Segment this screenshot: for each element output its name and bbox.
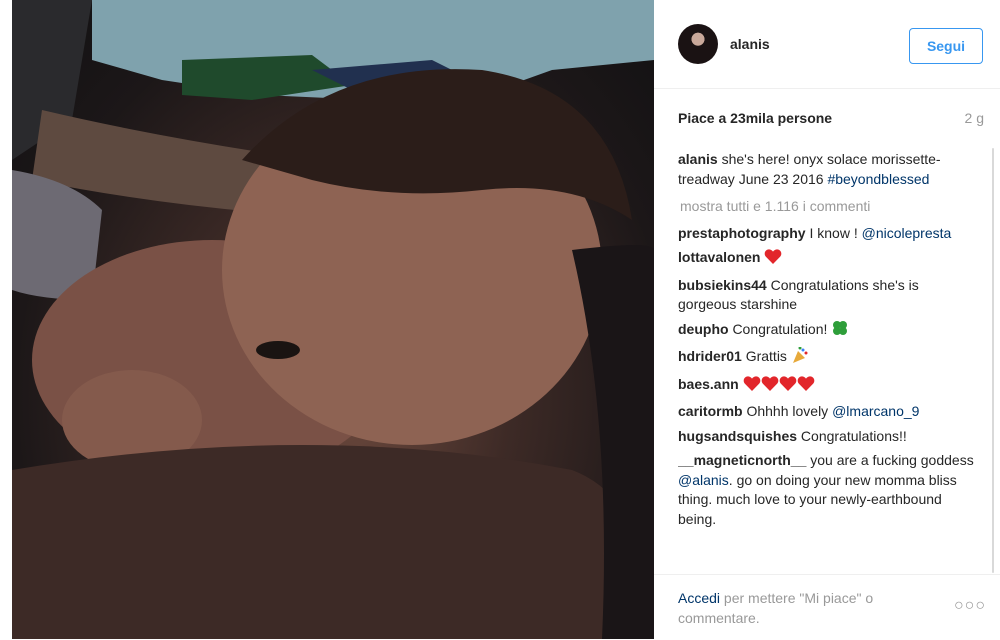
post-sidebar: alanis Segui Piace a 23mila persone 2 g … — [654, 0, 1000, 639]
post-age[interactable]: 2 g — [965, 110, 984, 126]
instagram-post-view: alanis Segui Piace a 23mila persone 2 g … — [0, 0, 1000, 639]
caption-username[interactable]: alanis — [678, 151, 718, 167]
party-popper-icon — [791, 346, 809, 370]
baby-eye-shape — [256, 341, 300, 359]
login-link[interactable]: Accedi — [678, 590, 720, 606]
heart-icon — [761, 375, 779, 398]
comment-item: bubsiekins44 Congratulations she's is go… — [678, 276, 980, 315]
comment-username[interactable]: hugsandsquishes — [678, 428, 797, 444]
comment-text: you are a fucking goddess — [810, 452, 974, 468]
comment-username[interactable]: deupho — [678, 321, 729, 337]
comment-username[interactable]: prestaphotography — [678, 225, 806, 241]
view-all-comments-link[interactable]: mostra tutti e 1.116 i commenti — [680, 197, 980, 217]
follow-button[interactable]: Segui — [909, 28, 983, 64]
foreground-shape — [12, 445, 654, 639]
post-photo[interactable] — [12, 0, 654, 639]
comment-username[interactable]: caritormb — [678, 403, 743, 419]
comment-username[interactable]: baes.ann — [678, 376, 739, 392]
post-footer: Accedi per mettere "Mi piace" o commenta… — [654, 574, 1000, 640]
post-caption: alanis she's here! onyx solace morissett… — [678, 150, 980, 189]
heart-icon — [743, 375, 761, 398]
comment-item: hdrider01 Grattis — [678, 346, 980, 370]
mention-link[interactable]: @nicolepresta — [862, 225, 952, 241]
comment-text: Ohhhh lovely — [746, 403, 829, 419]
like-count[interactable]: Piace a 23mila persone — [678, 110, 832, 126]
login-prompt: Accedi per mettere "Mi piace" o commenta… — [678, 589, 928, 628]
comment-item: prestaphotography I know ! @nicolepresta — [678, 224, 980, 244]
post-header: alanis Segui — [654, 0, 1000, 89]
post-photo-illustration — [12, 0, 654, 639]
comment-item: hugsandsquishes Congratulations!! — [678, 427, 980, 447]
comment-text: Grattis — [745, 348, 787, 364]
comment-item: caritormb Ohhhh lovely @lmarcano_9 — [678, 402, 980, 422]
comment-item: baes.ann — [678, 375, 980, 398]
comments-list: alanis she's here! onyx solace morissett… — [678, 150, 980, 574]
comment-username[interactable]: hdrider01 — [678, 348, 742, 364]
comments-scrollbar[interactable] — [992, 148, 994, 573]
mention-link[interactable]: @lmarcano_9 — [832, 403, 919, 419]
heart-icon — [764, 248, 782, 271]
comment-item: lottavalonen — [678, 248, 980, 271]
comment-item: __magneticnorth__ you are a fucking godd… — [678, 451, 980, 529]
comment-username[interactable]: __magneticnorth__ — [678, 452, 806, 468]
hashtag-link[interactable]: #beyondblessed — [827, 171, 929, 187]
comment-username[interactable]: bubsiekins44 — [678, 277, 767, 293]
comment-username[interactable]: lottavalonen — [678, 249, 760, 265]
comment-container: prestaphotography I know ! @nicolepresta… — [678, 224, 980, 530]
post-stats: Piace a 23mila persone 2 g — [678, 110, 984, 130]
comment-text: I know ! — [809, 224, 858, 241]
comment-text: Congratulations!! — [800, 427, 907, 444]
mention-link[interactable]: @alanis — [678, 472, 729, 488]
avatar[interactable] — [678, 24, 718, 64]
comment-item: deupho Congratulation! — [678, 320, 980, 343]
post-author-username[interactable]: alanis — [730, 36, 770, 52]
four-leaf-clover-icon — [831, 320, 849, 343]
heart-icon — [779, 375, 797, 398]
heart-icon — [797, 375, 815, 398]
more-options-button[interactable]: ○○○ — [954, 597, 986, 615]
comment-text: Congratulation! — [732, 320, 828, 337]
